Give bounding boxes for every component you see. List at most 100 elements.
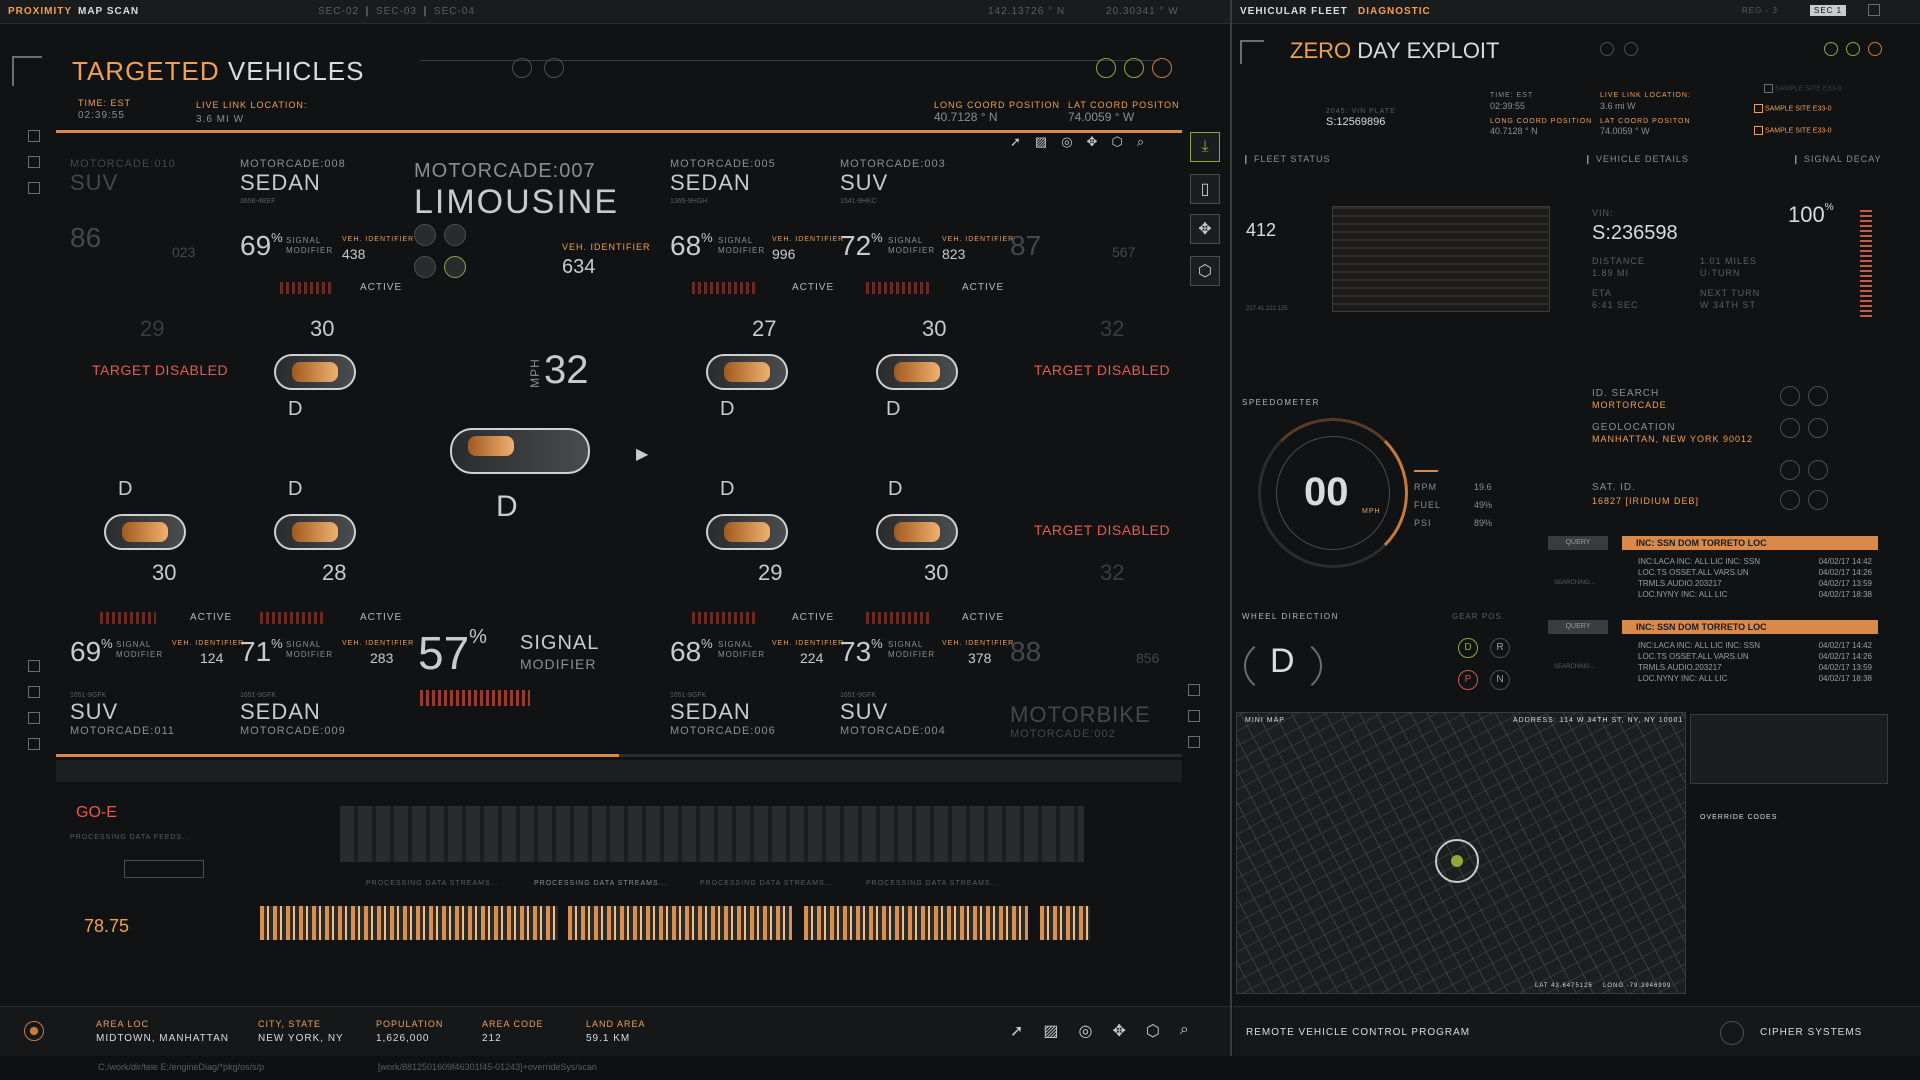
- sample-site-1[interactable]: SAMPLE SITE E33-0: [1764, 84, 1841, 93]
- play-arrow-icon[interactable]: ▶: [636, 444, 648, 464]
- rp-ring-stb[interactable]: [1846, 42, 1860, 56]
- expand-icon[interactable]: [1868, 4, 1880, 16]
- data-stream-4: PROCESSING DATA STREAMS...: [866, 880, 1000, 887]
- remote-control-bar: REMOTE VEHICLE CONTROL PROGRAM CIPHER SY…: [1234, 1006, 1920, 1056]
- vehicle-card-top-2[interactable]: MOTORCADE:008 SEDAN 3658-4BEF: [240, 158, 346, 205]
- veh-id-limo: 634: [562, 256, 596, 278]
- row-checkbox-3[interactable]: [28, 182, 40, 194]
- map-lat: LAT 43.6475125: [1535, 983, 1593, 989]
- tab-fleet-status[interactable]: ❙ FLEET STATUS: [1242, 154, 1331, 165]
- vehicle-icon-3[interactable]: [876, 354, 958, 390]
- row-checkbox-5[interactable]: [28, 686, 40, 698]
- target-icon[interactable]: ◎: [1061, 134, 1072, 150]
- status-ring-run[interactable]: [1096, 58, 1116, 78]
- center-speed: 32: [544, 348, 589, 392]
- vehicle-card-top-1[interactable]: MOTORCADE:010 SUV 86: [70, 158, 176, 254]
- query-button-1[interactable]: QUERY: [1548, 536, 1608, 550]
- id-ring-6[interactable]: [1808, 460, 1828, 480]
- target-icon[interactable]: ◎: [1079, 1021, 1093, 1041]
- center-signal-pct: 57%: [418, 626, 487, 679]
- id-ring-4[interactable]: [1808, 418, 1828, 438]
- cube-button[interactable]: ⬡: [1190, 256, 1220, 286]
- id-ring-7[interactable]: [1780, 490, 1800, 510]
- rp-live-link-label: LIVE LINK LOCATION:: [1600, 92, 1691, 99]
- vehicle-icon-1[interactable]: [274, 354, 356, 390]
- limousine-icon[interactable]: [450, 428, 590, 474]
- inc-query-2[interactable]: INC: SSN DOM TORRETO LOC: [1622, 620, 1878, 634]
- vehicle-card-top-4[interactable]: MOTORCADE:005 SEDAN 1365-9HGH: [670, 158, 776, 205]
- map-long: LONG -79.3946999: [1603, 983, 1672, 989]
- tab-vehicle-details[interactable]: ❙ VEHICLE DETAILS: [1584, 154, 1689, 165]
- rp-ring-2[interactable]: [1624, 42, 1638, 56]
- veh-id-label-b2: VEH. IDENTIFIER: [342, 640, 415, 647]
- fuel-label: FUEL: [1414, 500, 1442, 510]
- cube-icon[interactable]: ⬡: [1111, 134, 1122, 150]
- row-checkbox-7[interactable]: [28, 738, 40, 750]
- id-ring-5[interactable]: [1780, 460, 1800, 480]
- vehicle-card-bottom-5[interactable]: MOTORBIKE MOTORCADE:002: [1010, 702, 1151, 740]
- row-checkbox-1[interactable]: [28, 130, 40, 142]
- status-ring-stb[interactable]: [1124, 58, 1144, 78]
- status-ring-1[interactable]: [512, 58, 532, 78]
- vehicle-icon-2[interactable]: [706, 354, 788, 390]
- gear-d-button[interactable]: D: [1458, 638, 1478, 658]
- search-icon[interactable]: ⌕: [1137, 134, 1144, 150]
- document-button[interactable]: ▯: [1190, 174, 1220, 204]
- active-tag-b3: ACTIVE: [792, 612, 835, 623]
- rp-long-label: LONG COORD POSITION: [1490, 118, 1593, 125]
- rp-ring-1[interactable]: [1600, 42, 1614, 56]
- status-ring-stc[interactable]: [1152, 58, 1172, 78]
- fuel: 49%: [1474, 500, 1493, 510]
- download-button[interactable]: ⤓: [1190, 132, 1220, 162]
- vehicle-card-bottom-4[interactable]: 1651-9GFK SUV MOTORCADE:004: [840, 692, 946, 737]
- row-checkbox-4[interactable]: [28, 660, 40, 672]
- query-button-2[interactable]: QUERY: [1548, 620, 1608, 634]
- tab-signal-decay[interactable]: ❙ SIGNAL DECAY: [1792, 154, 1882, 165]
- id-ring-2[interactable]: [1808, 386, 1828, 406]
- gear-r-button[interactable]: R: [1490, 638, 1510, 658]
- gear-p-button[interactable]: P: [1458, 670, 1478, 690]
- row-checkbox-6[interactable]: [28, 712, 40, 724]
- move-button[interactable]: ✥: [1190, 214, 1220, 244]
- signal-modifier-label-5: SIGNAL MODIFIER: [888, 236, 936, 255]
- pointer-icon[interactable]: ➚: [1010, 134, 1021, 150]
- vehicle-icon-5[interactable]: [274, 514, 356, 550]
- vehicle-icon-4[interactable]: [104, 514, 186, 550]
- inc-query-1[interactable]: INC: SSN DOM TORRETO LOC: [1622, 536, 1878, 550]
- image-icon[interactable]: ▨: [1043, 1021, 1058, 1041]
- gear-n-button[interactable]: N: [1490, 670, 1510, 690]
- vehicle-icon-6[interactable]: [706, 514, 788, 550]
- row-checkbox-8[interactable]: [1188, 684, 1200, 696]
- row-checkbox-2[interactable]: [28, 156, 40, 168]
- footer-bar: C:/work/dir/tele E:/engineDiag/*pkg/os/s…: [0, 1056, 1920, 1080]
- row-checkbox-10[interactable]: [1188, 736, 1200, 748]
- id-ring-3[interactable]: [1780, 418, 1800, 438]
- rp-ring-stc[interactable]: [1868, 42, 1882, 56]
- sample-site-2[interactable]: SAMPLE SITE E33-0: [1754, 104, 1831, 113]
- remote-vehicle-label: REMOTE VEHICLE CONTROL PROGRAM: [1246, 1027, 1471, 1038]
- move-icon[interactable]: ✥: [1087, 134, 1098, 150]
- mini-map[interactable]: MINI MAP ADDRESS: 114 W 34TH ST, NY, NY …: [1236, 712, 1686, 994]
- id-ring-8[interactable]: [1808, 490, 1828, 510]
- land-area: 59.1 km: [586, 1033, 631, 1044]
- rp-lat-value: 74.0059 ° W: [1600, 126, 1650, 136]
- scan-title-a: PROXIMITY: [8, 6, 73, 17]
- scan-status-bar: [56, 760, 1182, 782]
- cube-icon[interactable]: ⬡: [1146, 1021, 1160, 1041]
- id-ring-1[interactable]: [1780, 386, 1800, 406]
- vehicle-card-bottom-2[interactable]: 1651-9GFK SEDAN MOTORCADE:009: [240, 692, 346, 737]
- row-checkbox-9[interactable]: [1188, 710, 1200, 722]
- move-icon[interactable]: ✥: [1113, 1021, 1126, 1041]
- pointer-icon[interactable]: ➚: [1010, 1021, 1023, 1041]
- search-icon[interactable]: ⌕: [1180, 1021, 1189, 1041]
- vehicle-card-bottom-1[interactable]: 1651-9GFK SUV MOTORCADE:011: [70, 692, 175, 737]
- sec-badge[interactable]: SEC 1: [1810, 5, 1847, 16]
- rp-ring-run[interactable]: [1824, 42, 1838, 56]
- vehicle-card-top-3[interactable]: MOTORCADE:007 LIMOUSINE: [414, 160, 619, 222]
- image-icon[interactable]: ▨: [1035, 134, 1047, 150]
- vehicle-card-top-5[interactable]: MOTORCADE:003 SUV 1541-9HKC: [840, 158, 946, 205]
- status-ring-2[interactable]: [544, 58, 564, 78]
- sample-site-3[interactable]: SAMPLE SITE E33-0: [1754, 126, 1831, 135]
- vehicle-icon-7[interactable]: [876, 514, 958, 550]
- vehicle-card-bottom-3[interactable]: 1651-9GFK SEDAN MOTORCADE:006: [670, 692, 776, 737]
